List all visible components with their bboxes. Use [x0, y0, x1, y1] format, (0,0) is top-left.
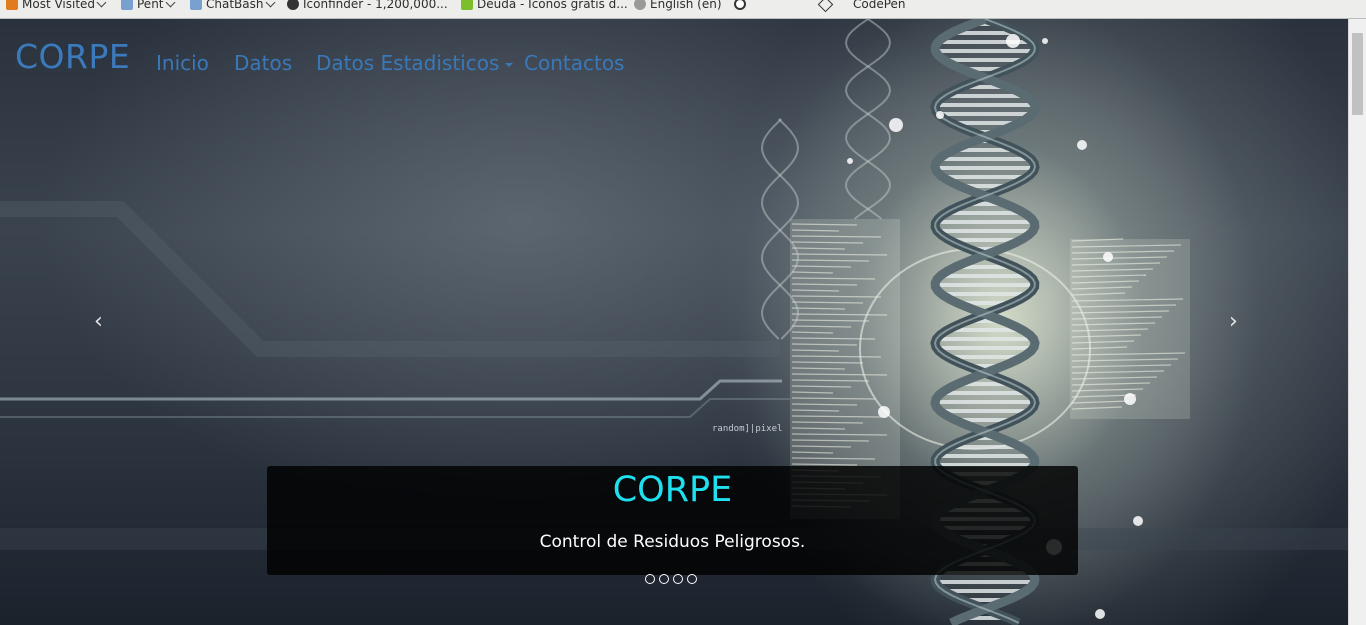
chevron-down-icon [165, 0, 175, 7]
circle-icon [734, 0, 746, 10]
nav-inicio[interactable]: Inicio [156, 51, 209, 75]
bookmark-label: Iconfinder - 1,200,000... [303, 0, 448, 11]
nav-datos-estadisticos[interactable]: Datos Estadisticos [316, 51, 514, 75]
bookmark-iconfinder[interactable]: Iconfinder - 1,200,000... [287, 0, 448, 12]
nav-dropdown-label: Datos Estadisticos [316, 51, 500, 75]
background-text: random]|pixel [712, 424, 782, 434]
carousel-indicator[interactable] [673, 574, 683, 584]
chevron-left-icon: ‹ [94, 309, 103, 334]
bookmark-label: CodePen [853, 0, 906, 11]
carousel-indicator[interactable] [659, 574, 669, 584]
chevron-down-icon [96, 0, 107, 7]
carousel-indicator[interactable] [687, 574, 697, 584]
scrollbar-thumb[interactable] [1352, 33, 1363, 115]
carousel-prev-button[interactable]: ‹ [94, 309, 114, 335]
bookmark-label: Deuda - Iconos gratis d... [477, 0, 628, 11]
folder-icon [190, 0, 202, 10]
bookmarks-toolbar: Most Visited Pent ChatBash Iconfinder - … [0, 0, 1366, 19]
codepen-icon [817, 0, 834, 12]
folder-icon [121, 0, 133, 10]
bookmark-circle[interactable] [734, 0, 750, 12]
bookmark-label: ChatBash [206, 0, 264, 11]
carousel-indicator[interactable] [645, 574, 655, 584]
bookmark-pent[interactable]: Pent [121, 0, 175, 12]
carousel-next-button[interactable]: › [1229, 309, 1249, 335]
bookmark-deuda[interactable]: Deuda - Iconos gratis d... [461, 0, 628, 12]
iconfinder-icon [287, 0, 299, 10]
bookmark-label: Pent [137, 0, 164, 11]
bookmark-most-visited[interactable]: Most Visited [6, 0, 107, 12]
leaf-icon [461, 0, 473, 10]
chevron-down-icon [265, 0, 275, 7]
nav-datos[interactable]: Datos [234, 51, 292, 75]
caret-down-icon [505, 62, 514, 67]
bookmark-chatbash[interactable]: ChatBash [190, 0, 275, 12]
globe-icon [634, 0, 646, 10]
nav-contactos[interactable]: Contactos [524, 51, 624, 75]
caption-title: CORPE [612, 470, 733, 510]
bookmark-label: English (en) [650, 0, 722, 11]
brand-logo[interactable]: CORPE [15, 37, 130, 76]
bookmark-label: Most Visited [22, 0, 96, 11]
carousel-indicators [645, 574, 697, 584]
hero-carousel: random]|pixel CORPE Inicio Datos Datos E… [0, 19, 1348, 625]
chevron-right-icon: › [1229, 309, 1238, 334]
most-visited-icon [6, 0, 18, 10]
vertical-scrollbar[interactable] [1348, 19, 1366, 625]
bookmark-english[interactable]: English (en) [634, 0, 722, 12]
caption-text: Control de Residuos Peligrosos. [539, 532, 806, 552]
bookmark-codepen[interactable]: CodePen [817, 0, 906, 12]
carousel-caption: CORPE Control de Residuos Peligrosos. [267, 466, 1078, 575]
